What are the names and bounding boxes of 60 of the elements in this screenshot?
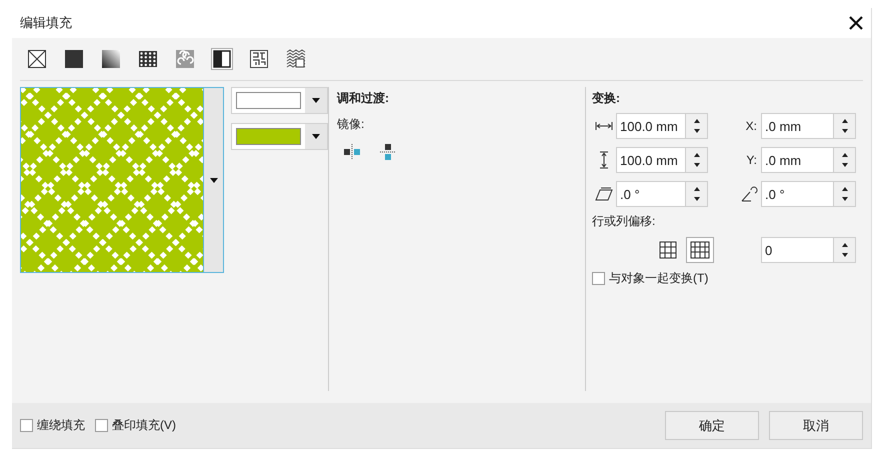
spin-button[interactable] xyxy=(686,181,708,207)
spin-arrows-icon xyxy=(840,241,848,259)
color-picker[interactable] xyxy=(231,87,328,114)
skew-field[interactable]: .0 ° xyxy=(616,181,686,207)
field-label: X: xyxy=(744,119,758,133)
spin-arrows-icon xyxy=(692,151,700,169)
skew-icon xyxy=(595,186,613,202)
width-icon xyxy=(595,121,613,131)
window-title: 编辑填充 xyxy=(20,14,72,32)
height-field[interactable]: 100.0 mm xyxy=(616,147,686,173)
column-offset-icon xyxy=(690,241,710,259)
spin-button[interactable] xyxy=(834,181,856,207)
offset-mode-button[interactable] xyxy=(686,237,714,263)
checkbox[interactable] xyxy=(592,272,605,285)
two-color-square-tab[interactable] xyxy=(211,48,233,70)
spin-arrows-icon xyxy=(692,185,700,203)
width-field[interactable]: 100.0 mm xyxy=(616,113,686,139)
dialog-button[interactable]: 确定 xyxy=(665,411,759,440)
color-picker[interactable] xyxy=(231,123,328,150)
rotate-field[interactable]: .0 ° xyxy=(761,181,834,207)
spin-button[interactable] xyxy=(834,113,856,139)
field-label: Y: xyxy=(745,153,758,167)
solid-square-tab[interactable] xyxy=(63,48,85,70)
spin-button[interactable] xyxy=(834,237,856,263)
y-field[interactable]: .0 mm xyxy=(761,147,834,173)
no-fill-tab[interactable] xyxy=(26,48,48,70)
grid-pattern-tab[interactable] xyxy=(137,48,159,70)
spin-arrows-icon xyxy=(692,117,700,135)
checkbox-label: 叠印填充(V) xyxy=(112,417,176,434)
spin-arrows-icon xyxy=(840,185,848,203)
x-field[interactable]: .0 mm xyxy=(761,113,834,139)
spin-button[interactable] xyxy=(686,147,708,173)
checkbox[interactable] xyxy=(95,419,108,432)
mirror-label: 镜像: xyxy=(337,116,366,133)
dialog-button[interactable]: 取消 xyxy=(769,411,863,440)
wave-pattern-tab[interactable] xyxy=(285,48,307,70)
offset-label: 行或列偏移: xyxy=(592,213,656,230)
spin-button[interactable] xyxy=(686,113,708,139)
section-title: 调和过渡: xyxy=(337,90,390,107)
caret-icon xyxy=(210,178,218,182)
gradient-square-tab[interactable] xyxy=(100,48,122,70)
caret-icon xyxy=(312,134,320,139)
maze-pattern-tab[interactable] xyxy=(248,48,270,70)
section-title: 变换: xyxy=(592,90,621,107)
mirror-vertical-icon xyxy=(380,142,396,162)
offset-field[interactable]: 0 xyxy=(761,237,834,263)
row-offset-icon xyxy=(659,241,677,259)
mirror-horizontal-icon xyxy=(342,144,362,160)
spin-button[interactable] xyxy=(834,147,856,173)
close-icon[interactable] xyxy=(849,16,863,30)
checkbox[interactable] xyxy=(20,419,33,432)
spin-arrows-icon xyxy=(840,151,848,169)
mirror-button[interactable] xyxy=(341,142,363,162)
checkbox-label: 与对象一起变换(T) xyxy=(609,270,708,287)
angle-icon xyxy=(740,185,758,203)
swirl-pattern-tab[interactable] xyxy=(174,48,196,70)
checkbox-label: 缠绕填充 xyxy=(37,417,85,434)
spin-arrows-icon xyxy=(840,117,848,135)
caret-icon xyxy=(312,98,320,103)
height-icon xyxy=(599,151,609,169)
